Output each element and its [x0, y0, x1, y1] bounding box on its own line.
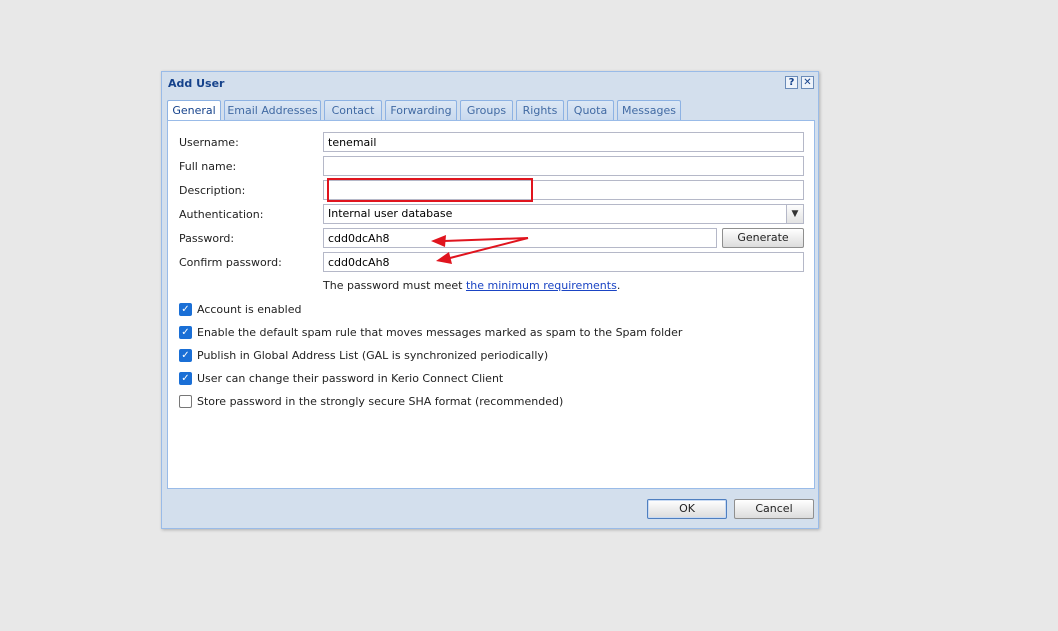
checkbox-checked-icon[interactable]: ✓ [179, 326, 192, 339]
confirm-password-label: Confirm password: [179, 256, 282, 269]
tab-rights[interactable]: Rights [516, 100, 564, 120]
description-field[interactable] [323, 180, 804, 200]
description-label: Description: [179, 184, 246, 197]
general-panel: Username: Full name: Description: Authen… [167, 120, 815, 489]
password-field[interactable] [323, 228, 717, 248]
checkbox-label: Account is enabled [197, 303, 302, 316]
close-icon[interactable]: ✕ [801, 76, 814, 89]
fullname-field[interactable] [323, 156, 804, 176]
checkbox-label: User can change their password in Kerio … [197, 372, 504, 385]
tab-email-addresses[interactable]: Email Addresses [224, 100, 321, 120]
checkbox-unchecked-icon[interactable] [179, 395, 192, 408]
tab-quota[interactable]: Quota [567, 100, 614, 120]
checkbox-label: Publish in Global Address List (GAL is s… [197, 349, 549, 362]
authentication-value: Internal user database [328, 207, 453, 220]
checkbox-checked-icon[interactable]: ✓ [179, 303, 192, 316]
help-icon[interactable]: ? [785, 76, 798, 89]
dialog-title: Add User [168, 77, 225, 90]
note-suffix: . [616, 279, 621, 292]
tab-groups[interactable]: Groups [460, 100, 513, 120]
username-label: Username: [179, 136, 239, 149]
checkbox-label: Store password in the strongly secure SH… [197, 395, 564, 408]
tab-messages[interactable]: Messages [617, 100, 681, 120]
username-field[interactable] [323, 132, 804, 152]
note-text: The password must meet [323, 279, 466, 292]
ok-button[interactable]: OK [647, 499, 727, 519]
confirm-password-field[interactable] [323, 252, 804, 272]
authentication-select[interactable]: Internal user database ▼ [323, 204, 804, 224]
dialog-titlebar[interactable]: Add User ? ✕ [162, 72, 818, 96]
checkbox-label: Enable the default spam rule that moves … [197, 326, 683, 339]
authentication-label: Authentication: [179, 208, 264, 221]
cancel-button[interactable]: Cancel [734, 499, 814, 519]
password-requirements-note: The password must meet the minimum requi… [323, 279, 620, 292]
tab-contact[interactable]: Contact [324, 100, 382, 120]
chevron-down-icon[interactable]: ▼ [786, 205, 803, 223]
add-user-dialog: Add User ? ✕ General Email Addresses Con… [161, 71, 819, 529]
tab-forwarding[interactable]: Forwarding [385, 100, 457, 120]
password-label: Password: [179, 232, 235, 245]
minimum-requirements-link[interactable]: the minimum requirements [466, 279, 617, 292]
tab-general[interactable]: General [167, 100, 221, 121]
generate-button[interactable]: Generate [722, 228, 804, 248]
tab-bar: General Email Addresses Contact Forwardi… [167, 100, 813, 121]
fullname-label: Full name: [179, 160, 237, 173]
checkbox-checked-icon[interactable]: ✓ [179, 349, 192, 362]
checkbox-checked-icon[interactable]: ✓ [179, 372, 192, 385]
